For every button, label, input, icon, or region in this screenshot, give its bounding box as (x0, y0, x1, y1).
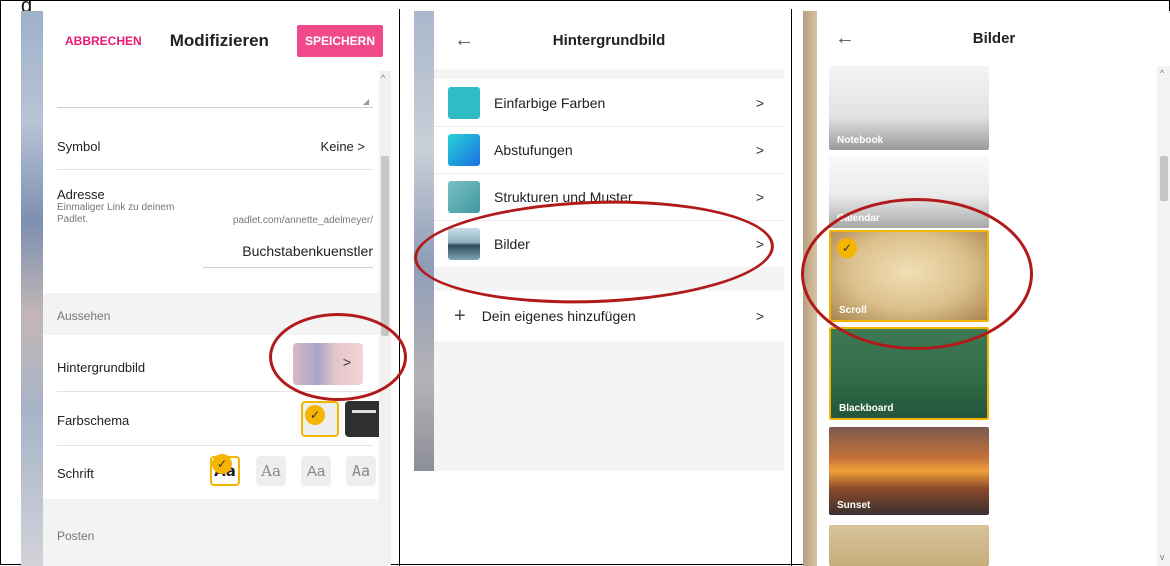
chevron-right-icon: > (755, 94, 764, 111)
annotation-circle-background (269, 313, 407, 401)
image-tile-world-map[interactable] (829, 525, 989, 566)
divider (57, 445, 373, 446)
screenshot-frame: g ABBRECHEN Modifizieren SPEICHERN ◢ Sym… (0, 0, 1170, 566)
scroll-up-arrow-icon[interactable]: ^ (381, 73, 385, 83)
image-tile-sunset[interactable]: Sunset (829, 427, 989, 515)
font-option-3[interactable]: Aa (301, 456, 331, 486)
scrollbar[interactable]: ^ (379, 71, 391, 566)
page-title: Bilder (972, 30, 1016, 47)
save-button[interactable]: SPEICHERN (296, 25, 383, 57)
section-posts-label: Posten (57, 529, 95, 543)
image-tile-notebook[interactable]: Notebook (829, 66, 989, 150)
address-hint: Einmaliger Link zu deinem Padlet. (57, 202, 175, 225)
font-option-2[interactable]: Aa (256, 456, 286, 486)
page-title: Hintergrundbild (552, 31, 666, 49)
address-label: Adresse (57, 187, 105, 202)
input-underline (203, 267, 373, 268)
section-posts: Posten (43, 499, 379, 566)
scroll-down-arrow-icon[interactable]: v (1160, 552, 1165, 562)
background-header: ← Hintergrundbild (434, 11, 784, 69)
plus-icon: + (454, 304, 466, 327)
symbol-value: Keine > (320, 139, 365, 154)
scrollbar-thumb[interactable] (1160, 156, 1168, 201)
chevron-right-icon: > (755, 308, 764, 324)
address-slug-input[interactable]: Buchstabenkuenstler (203, 243, 373, 259)
page-title: Modifizieren (169, 31, 269, 50)
chevron-right-icon: > (755, 189, 764, 205)
chevron-right-icon: > (755, 142, 764, 158)
chevron-right-icon: > (357, 139, 365, 154)
check-icon: ✓ (305, 405, 325, 425)
check-icon: ✓ (212, 454, 232, 474)
category-solid-colors[interactable]: Einfarbige Farben > (434, 79, 784, 126)
gradient-swatch-icon (448, 134, 480, 166)
panel-divider (399, 9, 400, 566)
modify-sheet: ABBRECHEN Modifizieren SPEICHERN ◢ Symbo… (43, 11, 391, 566)
description-field-line[interactable] (57, 107, 373, 108)
modify-header: ABBRECHEN Modifizieren SPEICHERN (43, 11, 391, 71)
scrollbar[interactable]: ^ v (1157, 66, 1170, 566)
solid-color-swatch-icon (448, 86, 480, 119)
tile-label: Sunset (837, 500, 871, 511)
annotation-circle-scroll (801, 198, 1033, 350)
category-label: Einfarbige Farben (494, 94, 606, 111)
scroll-up-arrow-icon[interactable]: ^ (1160, 68, 1164, 78)
symbol-label: Symbol (57, 139, 101, 154)
cancel-button[interactable]: ABBRECHEN (65, 34, 142, 48)
panel-divider (791, 9, 792, 566)
padlet-background-strip (21, 11, 43, 566)
resize-handle-icon[interactable]: ◢ (363, 97, 369, 106)
color-scheme-dark-option[interactable] (345, 401, 383, 437)
tile-label: Blackboard (839, 403, 894, 414)
add-own-label: Dein eigenes hinzufügen (481, 308, 636, 324)
modify-panel: ABBRECHEN Modifizieren SPEICHERN ◢ Symbo… (21, 11, 396, 566)
divider (57, 169, 373, 170)
color-scheme-light-option[interactable]: ✓ (301, 401, 339, 437)
texture-swatch-icon (448, 181, 480, 213)
font-option-4[interactable]: Aa (346, 456, 376, 486)
address-prefix: padlet.com/annette_adelmeyer/ (232, 215, 373, 226)
tile-label: Notebook (837, 135, 884, 146)
category-label: Abstufungen (494, 142, 573, 158)
category-gradients[interactable]: Abstufungen > (434, 126, 784, 173)
symbol-row[interactable]: Symbol Keine > (57, 139, 373, 154)
scrollbar-thumb[interactable] (381, 156, 389, 336)
images-header: ← Bilder (817, 11, 1170, 66)
dark-scheme-line (352, 410, 376, 413)
